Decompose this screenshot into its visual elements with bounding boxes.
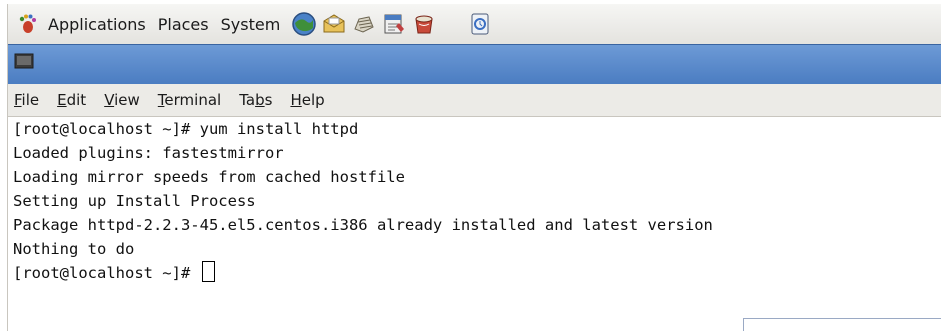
panel-menus: Applications Places System: [16, 4, 286, 44]
file-menu-label-post: ile: [21, 91, 40, 109]
terminal-menu[interactable]: Terminal: [149, 91, 230, 109]
terminal-prompt: [root@localhost ~]#: [13, 264, 200, 282]
terminal-line: [root@localhost ~]# yum install httpd: [13, 120, 359, 138]
system-menu[interactable]: System: [215, 15, 287, 34]
window-title-bar[interactable]: [8, 44, 941, 85]
help-menu-label-post: elp: [301, 91, 325, 109]
launcher-bar: [290, 10, 496, 38]
terminal-line: Setting up Install Process: [13, 192, 256, 210]
terminal-line: Loaded plugins: fastestmirror: [13, 144, 284, 162]
terminal-output[interactable]: [root@localhost ~]# yum install httpd Lo…: [8, 117, 941, 331]
office-icon[interactable]: [410, 10, 438, 38]
edit-menu-mnemonic: E: [57, 91, 67, 109]
web-browser-icon[interactable]: [290, 10, 318, 38]
view-menu-label-post: iew: [114, 91, 140, 109]
gnome-foot-icon[interactable]: [16, 13, 38, 35]
terminal-line: Package httpd-2.2.3-45.el5.centos.i386 a…: [13, 216, 713, 234]
edit-menu[interactable]: Edit: [48, 91, 95, 109]
help-menu[interactable]: Help: [281, 91, 333, 109]
places-menu[interactable]: Places: [152, 15, 215, 34]
tabs-menu-label-pre: Ta: [239, 91, 256, 109]
screenshot-icon[interactable]: [466, 10, 494, 38]
tabs-menu-label-post: s: [264, 91, 273, 109]
notes-icon[interactable]: [380, 10, 408, 38]
terminal-prompt-line: [root@localhost ~]#: [8, 261, 941, 285]
file-menu[interactable]: File: [8, 91, 48, 109]
email-icon[interactable]: [320, 10, 348, 38]
text-cursor: [201, 261, 215, 282]
edit-menu-label-post: dit: [66, 91, 87, 109]
applications-menu[interactable]: Applications: [42, 15, 152, 34]
tabs-menu[interactable]: Tabs: [230, 91, 281, 109]
terminal-icon: [14, 53, 34, 69]
overlay-box: [743, 318, 941, 331]
editor-icon[interactable]: [350, 10, 378, 38]
terminal-line: Loading mirror speeds from cached hostfi…: [13, 168, 405, 186]
file-menu-mnemonic: F: [14, 91, 22, 109]
help-menu-mnemonic: H: [290, 91, 302, 109]
top-panel: Applications Places System: [8, 4, 941, 45]
screenshot-frame: Applications Places System File Edit Vie…: [0, 0, 941, 331]
view-menu-mnemonic: V: [104, 91, 115, 109]
view-menu[interactable]: View: [95, 91, 149, 109]
tabs-menu-mnemonic: b: [255, 91, 265, 109]
menu-bar: File Edit View Terminal Tabs Help: [8, 84, 941, 117]
terminal-line: Nothing to do: [13, 240, 135, 258]
terminal-menu-label-post: erminal: [164, 91, 222, 109]
